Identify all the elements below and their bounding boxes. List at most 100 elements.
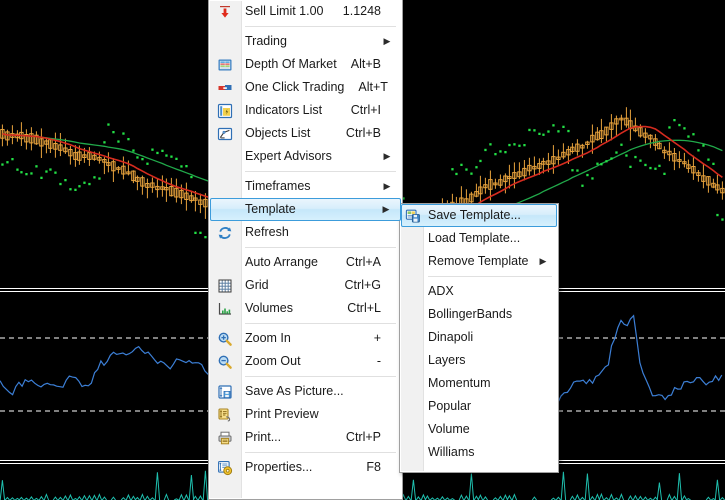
- no-icon: [401, 327, 423, 349]
- menu-item-depth-of-market[interactable]: Depth Of Market Alt+B: [210, 53, 401, 76]
- no-icon: [210, 252, 240, 274]
- menu-item-label: Depth Of Market: [245, 57, 337, 72]
- menu-item-accelerator: Alt+T: [358, 80, 388, 95]
- menu-item-label: Save Template...: [428, 208, 521, 223]
- submenu-arrow-icon: ▶: [539, 256, 547, 266]
- menu-item-label: Zoom Out: [245, 354, 301, 369]
- menu-item-label: Dinapoli: [428, 330, 474, 345]
- menu-item-label: Save As Picture...: [245, 384, 344, 399]
- menu-item-accelerator: Alt+B: [350, 57, 381, 72]
- menu-item-grid[interactable]: Grid Ctrl+G: [210, 274, 401, 297]
- menu-item-label: One Click Trading: [245, 80, 345, 95]
- no-icon: [401, 251, 423, 273]
- one-click-trading-icon: [210, 77, 240, 99]
- no-icon: [401, 373, 423, 395]
- menu-item-layers[interactable]: Layers: [401, 349, 557, 372]
- menu-item-volumes[interactable]: Volumes Ctrl+L: [210, 297, 401, 320]
- menu-separator: [245, 171, 396, 172]
- menu-separator: [245, 247, 396, 248]
- menu-item-label: Momentum: [428, 376, 491, 391]
- submenu-arrow-icon: ▶: [383, 181, 391, 191]
- menu-item-trading[interactable]: Trading ▶: [210, 30, 401, 53]
- no-icon: [401, 442, 423, 464]
- menu-item-label: Volume: [428, 422, 470, 437]
- menu-item-accelerator: Ctrl+B: [345, 126, 381, 141]
- menu-item-remove-template[interactable]: Remove Template ▶: [401, 250, 557, 273]
- submenu-arrow-icon: ▶: [383, 36, 391, 46]
- menu-item-label: Layers: [428, 353, 466, 368]
- menu-item-accelerator: Ctrl+A: [345, 255, 381, 270]
- menu-item-zoom-in[interactable]: Zoom In +: [210, 327, 401, 350]
- menu-item-label: ADX: [428, 284, 454, 299]
- submenu-arrow-icon: ▶: [382, 204, 390, 214]
- save-as-picture-icon: [210, 381, 240, 403]
- menu-item-accelerator: -: [376, 354, 381, 369]
- menu-item-label: Objects List: [245, 126, 311, 141]
- no-icon: [210, 146, 240, 168]
- template-submenu[interactable]: Save Template... Load Template... Remove T…: [399, 203, 559, 473]
- menu-item-template[interactable]: Template ▶: [210, 198, 401, 221]
- menu-item-label: Volumes: [245, 301, 293, 316]
- menu-item-expert-advisors[interactable]: Expert Advisors ▶: [210, 145, 401, 168]
- menu-item-label: Template: [245, 202, 296, 217]
- grid-icon: [210, 275, 240, 297]
- menu-separator: [245, 376, 396, 377]
- menu-item-save-template[interactable]: Save Template...: [401, 204, 557, 227]
- menu-item-refresh[interactable]: Refresh: [210, 221, 401, 244]
- properties-icon: [210, 457, 240, 479]
- menu-item-load-template[interactable]: Load Template...: [401, 227, 557, 250]
- menu-item-dinapoli[interactable]: Dinapoli: [401, 326, 557, 349]
- menu-item-label: Grid: [245, 278, 269, 293]
- menu-item-williams[interactable]: Williams: [401, 441, 557, 464]
- no-icon: [401, 228, 423, 250]
- print-preview-icon: [210, 404, 240, 426]
- menu-item-label: Auto Arrange: [245, 255, 318, 270]
- no-icon: [210, 176, 240, 198]
- menu-item-accelerator: Ctrl+P: [345, 430, 381, 445]
- menu-item-label: BollingerBands: [428, 307, 513, 322]
- zoom-out-icon: [210, 351, 240, 373]
- menu-item-objects-list[interactable]: Objects List Ctrl+B: [210, 122, 401, 145]
- menu-item-label: Refresh: [245, 225, 289, 240]
- menu-item-adx[interactable]: ADX: [401, 280, 557, 303]
- menu-item-label: Load Template...: [428, 231, 521, 246]
- no-icon: [401, 281, 423, 303]
- submenu-arrow-icon: ▶: [383, 151, 391, 161]
- menu-item-timeframes[interactable]: Timeframes ▶: [210, 175, 401, 198]
- no-icon: [211, 199, 240, 221]
- menu-item-label: Expert Advisors: [245, 149, 332, 164]
- menu-item-accelerator: F8: [366, 460, 381, 475]
- chart-context-menu[interactable]: Sell Limit 1.00 1.1248 Trading ▶ Depth Of Ma…: [208, 0, 403, 500]
- volumes-icon: [210, 298, 240, 320]
- no-icon: [401, 304, 423, 326]
- menu-item-accelerator: 1.1248: [342, 4, 381, 19]
- menu-item-print[interactable]: Print... Ctrl+P: [210, 426, 401, 449]
- no-icon: [210, 31, 240, 53]
- menu-item-save-as-picture[interactable]: Save As Picture...: [210, 380, 401, 403]
- menu-item-label: Sell Limit 1.00: [245, 4, 324, 19]
- menu-item-label: Remove Template: [428, 254, 529, 269]
- menu-item-indicators-list[interactable]: Indicators List Ctrl+I: [210, 99, 401, 122]
- menu-item-properties[interactable]: Properties... F8: [210, 456, 401, 479]
- menu-item-label: Properties...: [245, 460, 313, 475]
- menu-item-sell-limit[interactable]: Sell Limit 1.00 1.1248: [210, 0, 401, 23]
- menu-separator: [245, 452, 396, 453]
- menu-item-volume[interactable]: Volume: [401, 418, 557, 441]
- menu-item-popular[interactable]: Popular: [401, 395, 557, 418]
- menu-item-momentum[interactable]: Momentum: [401, 372, 557, 395]
- indicators-list-icon: [210, 100, 240, 122]
- menu-item-accelerator: Ctrl+G: [344, 278, 381, 293]
- no-icon: [401, 350, 423, 372]
- menu-item-auto-arrange[interactable]: Auto Arrange Ctrl+A: [210, 251, 401, 274]
- menu-item-one-click-trading[interactable]: One Click Trading Alt+T: [210, 76, 401, 99]
- menu-item-print-preview[interactable]: Print Preview: [210, 403, 401, 426]
- down-arrow-icon: [210, 1, 240, 23]
- refresh-icon: [210, 222, 240, 244]
- objects-list-icon: [210, 123, 240, 145]
- menu-item-label: Zoom In: [245, 331, 291, 346]
- no-icon: [401, 419, 423, 441]
- menu-item-zoom-out[interactable]: Zoom Out -: [210, 350, 401, 373]
- menu-item-label: Print Preview: [245, 407, 319, 422]
- menu-item-bollingerbands[interactable]: BollingerBands: [401, 303, 557, 326]
- menu-separator: [245, 26, 396, 27]
